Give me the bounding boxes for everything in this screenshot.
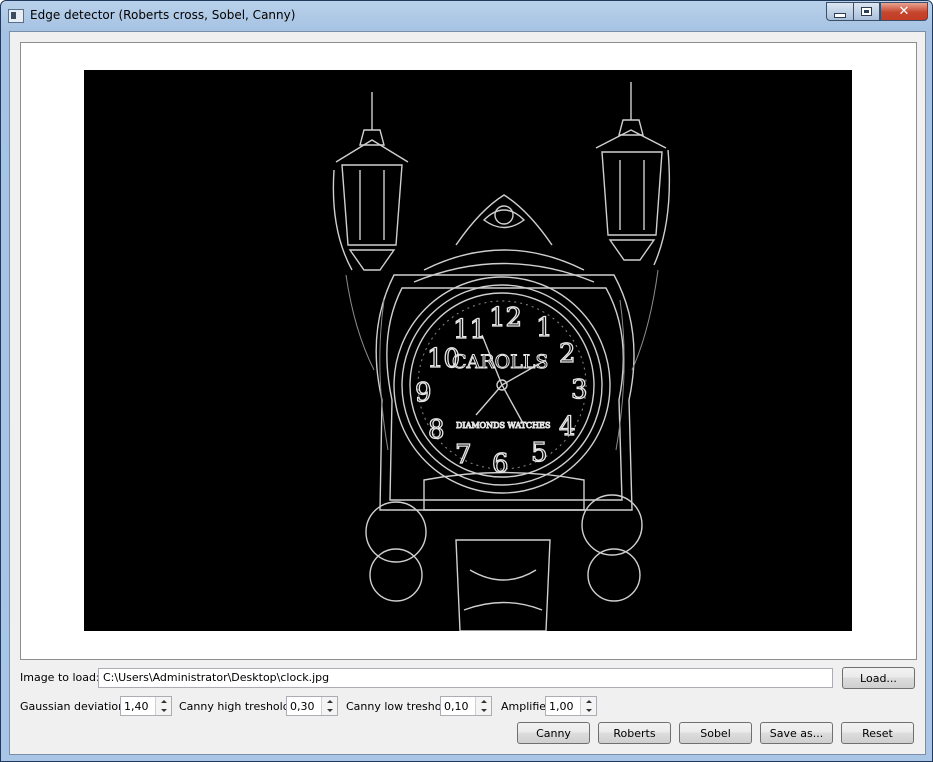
image-panel: 12 1 2 3 4 5 6 7 8 9 10 11 CAROLLS DIAMO… — [20, 42, 917, 660]
title-bar[interactable]: Edge detector (Roberts cross, Sobel, Can… — [1, 1, 932, 31]
parameters-row: Gaussian deviation: Canny high treshold:… — [20, 696, 915, 716]
canny-high-decrement-button[interactable] — [322, 706, 337, 715]
canny-button[interactable]: Canny — [517, 722, 590, 744]
amplifier-spin-arrows — [580, 697, 596, 715]
canny-high-threshold-spinbox[interactable] — [286, 696, 338, 716]
canny-high-spin-arrows — [321, 697, 337, 715]
client-area: 12 1 2 3 4 5 6 7 8 9 10 11 CAROLLS DIAMO… — [9, 31, 926, 755]
svg-text:9: 9 — [415, 378, 432, 408]
svg-text:DIAMONDS WATCHES: DIAMONDS WATCHES — [456, 421, 550, 430]
app-window: Edge detector (Roberts cross, Sobel, Can… — [0, 0, 933, 762]
app-icon[interactable] — [8, 9, 24, 23]
reset-button[interactable]: Reset — [841, 722, 914, 744]
action-buttons-row: Canny Roberts Sobel Save as... Reset — [10, 722, 925, 746]
arrow-down-icon — [160, 709, 167, 712]
svg-text:7: 7 — [455, 440, 472, 470]
canny-low-threshold-input[interactable] — [441, 697, 476, 714]
image-path-field[interactable]: C:\Users\Administrator\Desktop\clock.jpg — [98, 668, 833, 688]
gaussian-deviation-spinbox[interactable] — [120, 696, 172, 716]
maximize-button[interactable] — [853, 2, 880, 21]
arrow-down-icon — [480, 709, 487, 712]
svg-text:11: 11 — [453, 315, 486, 345]
minimize-icon — [834, 12, 846, 18]
clock-edge-image: 12 1 2 3 4 5 6 7 8 9 10 11 CAROLLS DIAMO… — [84, 70, 852, 631]
arrow-up-icon — [480, 700, 487, 703]
gaussian-deviation-input[interactable] — [121, 697, 156, 714]
arrow-up-icon — [160, 700, 167, 703]
save-as-button[interactable]: Save as... — [760, 722, 833, 744]
svg-text:1: 1 — [536, 313, 553, 343]
svg-text:8: 8 — [428, 415, 445, 445]
gaussian-deviation-label: Gaussian deviation: — [20, 700, 129, 713]
canny-high-threshold-label: Canny high treshold: — [179, 700, 294, 713]
sobel-button[interactable]: Sobel — [679, 722, 752, 744]
svg-text:4: 4 — [559, 412, 576, 442]
canny-low-decrement-button[interactable] — [476, 706, 491, 715]
arrow-down-icon — [326, 709, 333, 712]
canny-low-threshold-label: Canny low treshold: — [346, 700, 456, 713]
canny-low-spin-arrows — [475, 697, 491, 715]
svg-text:3: 3 — [571, 375, 588, 405]
arrow-up-icon — [585, 700, 592, 703]
caption-buttons: ✕ — [826, 2, 928, 21]
gaussian-decrement-button[interactable] — [156, 706, 171, 715]
window-title: Edge detector (Roberts cross, Sobel, Can… — [30, 8, 296, 22]
amplifier-decrement-button[interactable] — [581, 706, 596, 715]
edge-detected-image: 12 1 2 3 4 5 6 7 8 9 10 11 CAROLLS DIAMO… — [84, 70, 852, 631]
image-to-load-label: Image to load: — [20, 671, 100, 684]
close-icon: ✕ — [898, 4, 910, 19]
amplifier-input[interactable] — [546, 697, 581, 714]
load-button[interactable]: Load... — [842, 667, 915, 689]
load-row: Image to load: C:\Users\Administrator\De… — [20, 667, 915, 689]
svg-text:2: 2 — [559, 339, 576, 369]
amplifier-spinbox[interactable] — [545, 696, 597, 716]
svg-text:CAROLLS: CAROLLS — [452, 351, 548, 373]
arrow-up-icon — [326, 700, 333, 703]
svg-text:6: 6 — [492, 449, 509, 479]
gaussian-spin-arrows — [155, 697, 171, 715]
close-button[interactable]: ✕ — [880, 2, 928, 21]
canny-low-threshold-spinbox[interactable] — [440, 696, 492, 716]
svg-text:5: 5 — [531, 438, 548, 468]
minimize-button[interactable] — [826, 2, 853, 21]
maximize-icon — [861, 7, 872, 16]
arrow-down-icon — [585, 709, 592, 712]
roberts-button[interactable]: Roberts — [598, 722, 671, 744]
canny-high-threshold-input[interactable] — [287, 697, 322, 714]
svg-text:12: 12 — [489, 303, 522, 333]
